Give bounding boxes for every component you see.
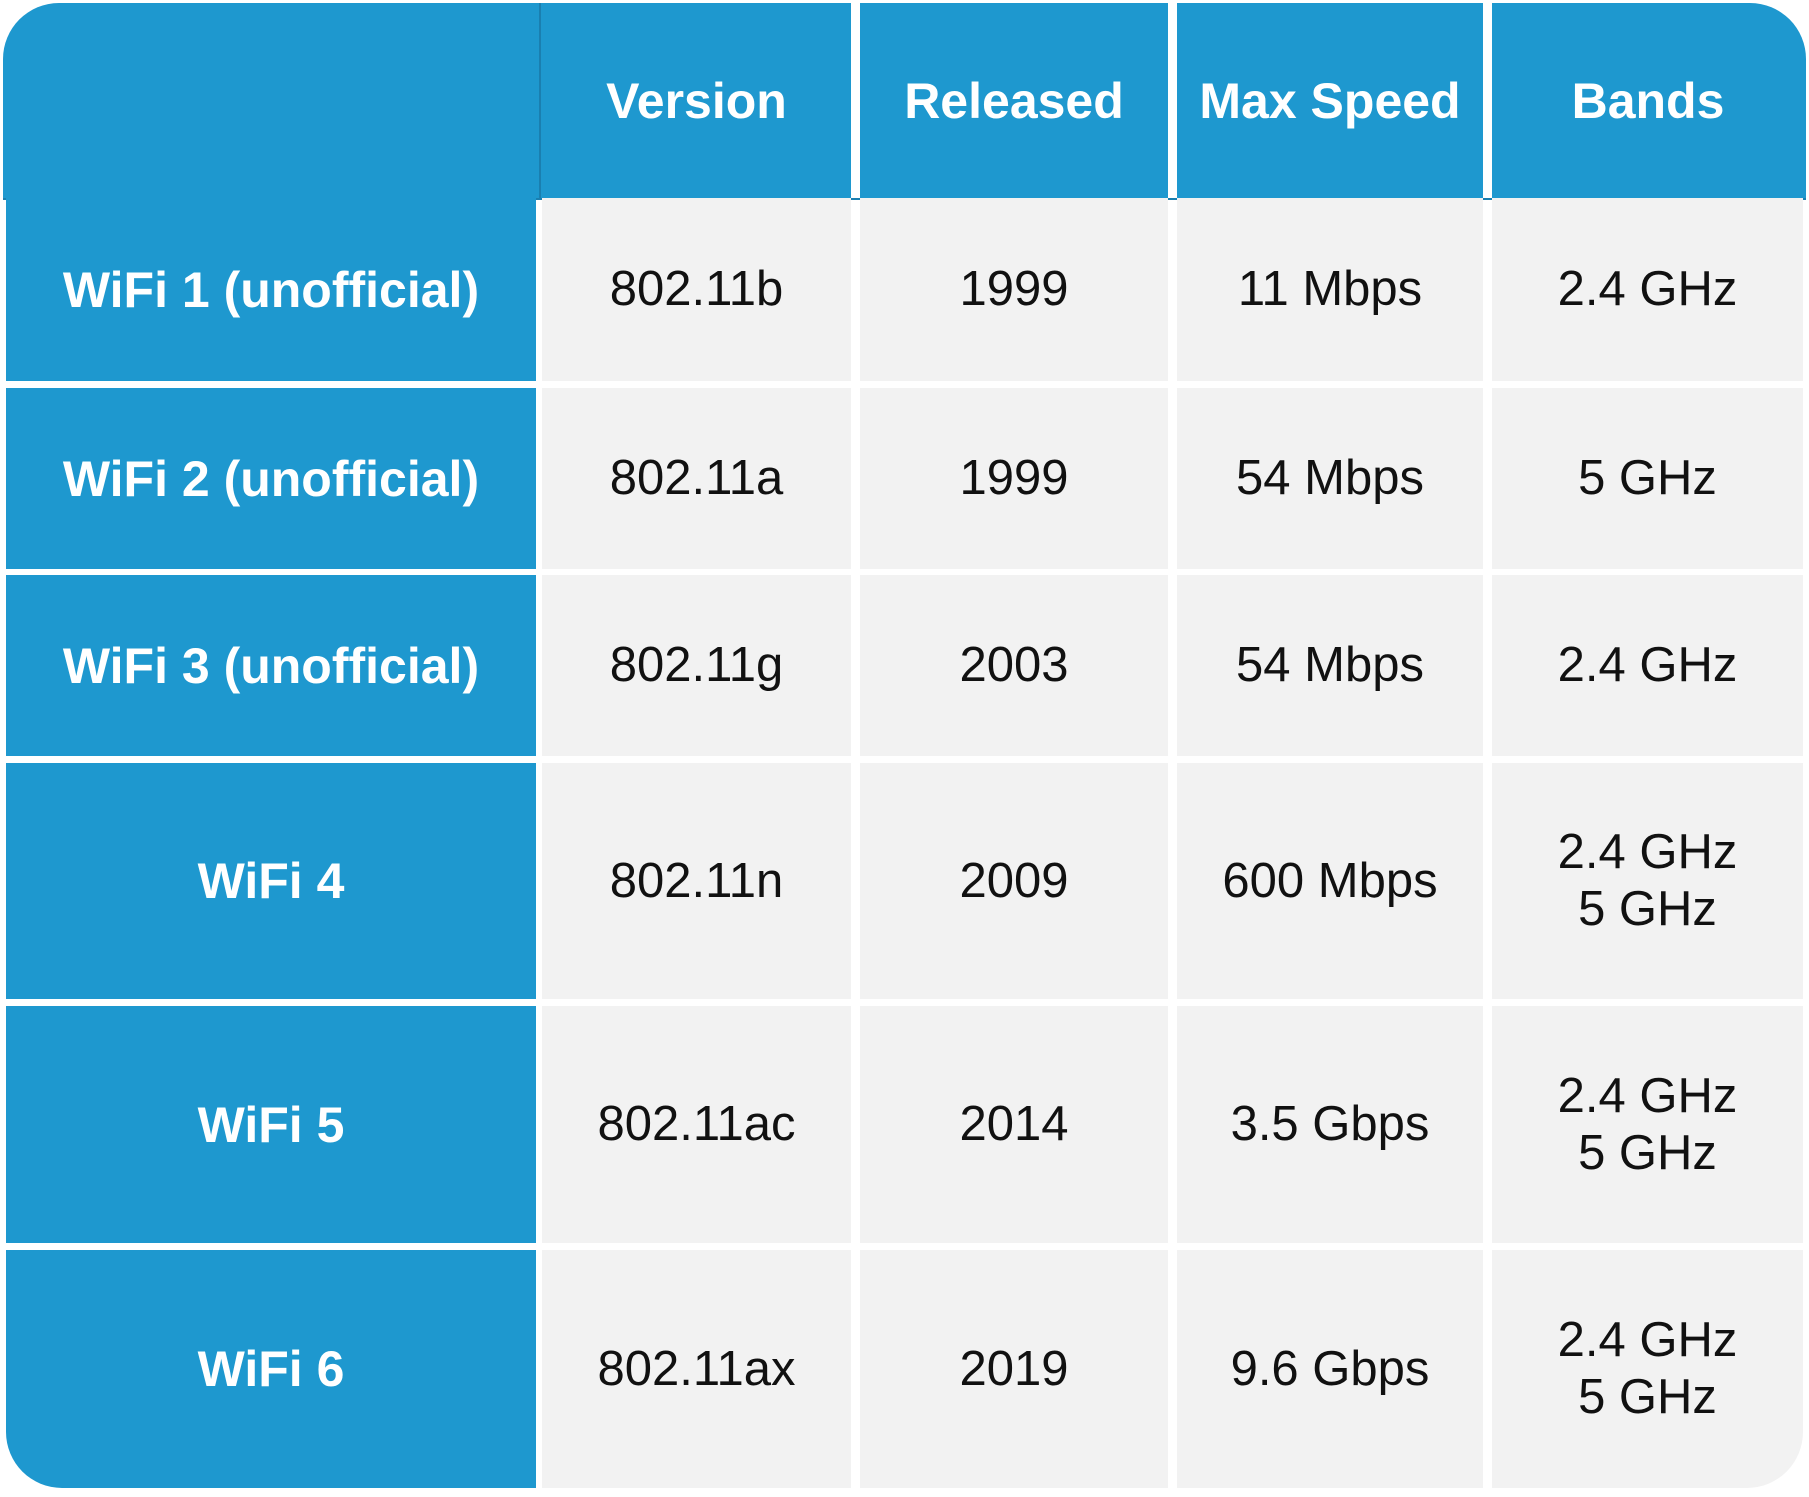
band-value: 5 GHz [1578,1125,1717,1180]
bands-cell: 2.4 GHz 5 GHz [1492,1250,1803,1488]
bands-cell: 5 GHz [1492,388,1803,569]
released-cell: 2003 [860,575,1168,756]
version-cell: 802.11a [542,388,851,569]
band-value: 5 GHz [1578,451,1717,505]
row-label: WiFi 2 (unofficial) [6,388,536,569]
header-bands: Bands [1571,72,1725,129]
header-version: Version [606,72,787,129]
bands-cell: 2.4 GHz 5 GHz [1492,763,1803,999]
band-value: 2.4 GHz [1557,1068,1738,1123]
released-cell: 1999 [860,198,1168,381]
row-label: WiFi 1 (unofficial) [6,198,536,381]
band-value: 5 GHz [1578,882,1717,936]
version-cell: 802.11ax [542,1250,851,1488]
bands-cell: 2.4 GHz [1492,575,1803,756]
row-label: WiFi 3 (unofficial) [6,575,536,756]
bands-cell: 2.4 GHz [1492,198,1803,381]
header-released: Released [904,72,1124,129]
row-label: WiFi 4 [6,763,536,999]
released-cell: 2009 [860,763,1168,999]
version-cell: 802.11g [542,575,851,756]
released-cell: 2019 [860,1250,1168,1488]
version-cell: 802.11b [542,198,851,381]
wifi-standards-table: Version Released Max Speed Bands WiFi 1 … [0,0,1809,1497]
column-divider [1168,3,1177,198]
band-value: 5 GHz [1578,1370,1717,1424]
bands-cell: 2.4 GHz 5 GHz [1492,1006,1803,1243]
band-value: 2.4 GHz [1557,825,1738,879]
band-value: 2.4 GHz [1557,638,1738,692]
version-cell: 802.11ac [542,1006,851,1243]
max-speed-cell: 54 Mbps [1177,388,1483,569]
released-cell: 2014 [860,1006,1168,1243]
header-max-speed: Max Speed [1199,72,1461,129]
max-speed-cell: 9.6 Gbps [1177,1250,1483,1488]
column-divider [851,3,860,198]
row-label: WiFi 6 [6,1250,536,1488]
max-speed-cell: 600 Mbps [1177,763,1483,999]
column-divider [539,3,541,198]
row-label: WiFi 5 [6,1006,536,1243]
column-divider [1483,3,1492,198]
max-speed-cell: 11 Mbps [1177,198,1483,381]
header-corner [6,3,536,198]
max-speed-cell: 3.5 Gbps [1177,1006,1483,1243]
released-cell: 1999 [860,388,1168,569]
max-speed-cell: 54 Mbps [1177,575,1483,756]
version-cell: 802.11n [542,763,851,999]
band-value: 2.4 GHz [1557,262,1738,316]
band-value: 2.4 GHz [1557,1313,1738,1367]
